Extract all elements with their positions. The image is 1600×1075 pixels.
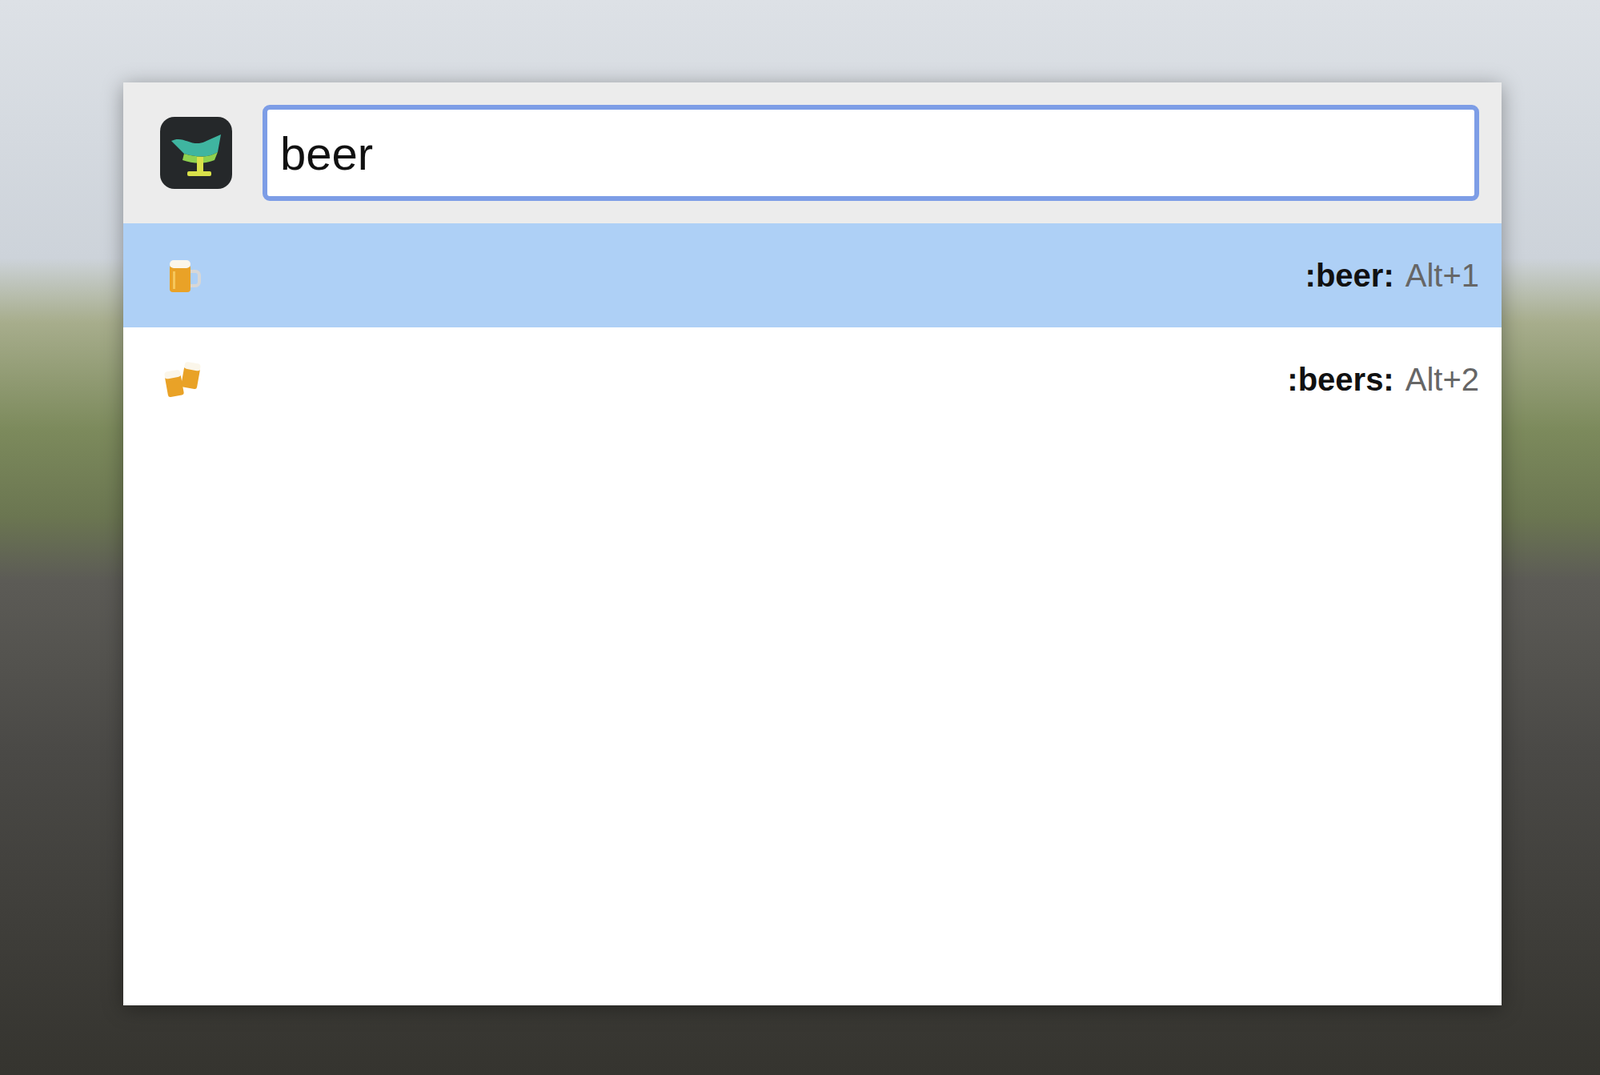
- result-row[interactable]: :beer: Alt+1: [123, 223, 1502, 328]
- clinking-beer-mugs-icon: [163, 359, 204, 400]
- search-bar: [123, 82, 1502, 224]
- result-label: :beers: Alt+2: [1287, 361, 1480, 398]
- search-input[interactable]: [262, 104, 1480, 201]
- result-list: :beer: Alt+1 :beers: Alt+2: [123, 223, 1502, 432]
- app-logo-icon[interactable]: [160, 116, 233, 189]
- result-label: :beer: Alt+1: [1305, 257, 1480, 294]
- shortcut-hint: Alt+1: [1405, 257, 1480, 294]
- emoji-code: :beer:: [1305, 257, 1395, 294]
- desktop: :beer: Alt+1 :beers: Alt+2: [0, 0, 1600, 1075]
- shortcut-hint: Alt+2: [1405, 361, 1480, 398]
- emoji-code: :beers:: [1287, 361, 1394, 398]
- result-row[interactable]: :beers: Alt+2: [123, 327, 1502, 432]
- beer-mug-icon: [163, 255, 204, 296]
- launcher-window: :beer: Alt+1 :beers: Alt+2: [123, 82, 1502, 1006]
